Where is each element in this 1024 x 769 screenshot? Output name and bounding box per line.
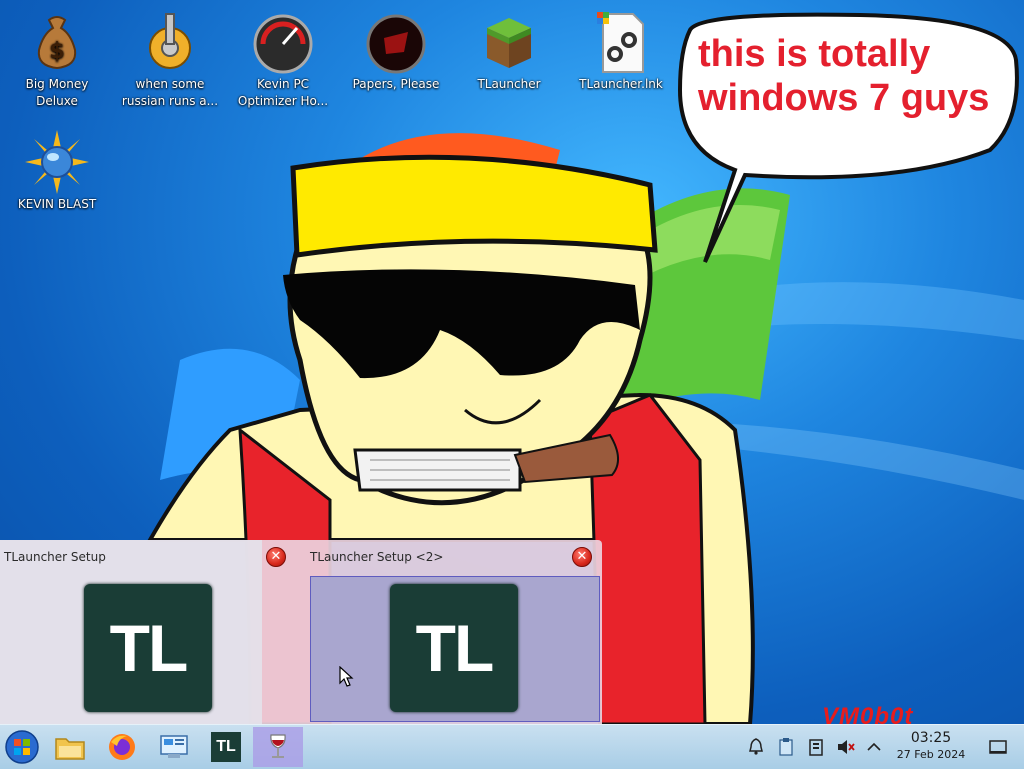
desktop-icon-tlauncher-lnk[interactable]: TLauncher.lnk: [566, 4, 676, 93]
volume-muted-icon[interactable]: [836, 737, 856, 757]
taskbar-wine[interactable]: [253, 727, 303, 767]
taskbar: TL 03:25 27 Feb 2024: [0, 724, 1024, 769]
taskbar-firefox[interactable]: [100, 727, 144, 767]
desktop-icon-russian-runs[interactable]: when some russian runs a...: [115, 4, 225, 110]
tlauncher-logo: TL: [84, 584, 212, 712]
clipboard-tray-icon[interactable]: [776, 737, 796, 757]
system-clock[interactable]: 03:25 27 Feb 2024: [888, 730, 974, 762]
desktop-icon-label: TLauncher: [477, 77, 541, 91]
papers-please-icon: [366, 14, 426, 74]
control-panel-icon: [160, 735, 188, 758]
preview-thumbnail-highlight[interactable]: TL: [310, 576, 600, 722]
desktop-icon-label: Papers, Please: [352, 77, 440, 91]
globe-sun-icon: [25, 130, 89, 194]
desktop-icon-papers-please[interactable]: Papers, Please: [341, 4, 451, 93]
preview-title: TLauncher Setup: [4, 550, 106, 564]
svg-text:$: $: [49, 39, 64, 64]
desktop-icon-label: russian runs a...: [121, 94, 219, 108]
desktop-icon-tlauncher[interactable]: TLauncher: [454, 4, 564, 93]
device-tray-icon[interactable]: [806, 737, 826, 757]
clock-date: 27 Feb 2024: [896, 748, 966, 761]
mouse-cursor-icon: [339, 666, 354, 687]
desktop-icon-label: KEVIN BLAST: [17, 197, 97, 211]
desktop-icon-label: Big Money: [25, 77, 89, 91]
show-desktop-icon[interactable]: [988, 737, 1008, 757]
taskbar-file-manager[interactable]: [48, 727, 92, 767]
preview-title: TLauncher Setup <2>: [310, 550, 444, 564]
desktop-icon-label: TLauncher.lnk: [579, 77, 663, 91]
desktop-icon-label: when some: [135, 77, 205, 91]
desktop-icon-label: Deluxe: [36, 94, 78, 108]
desktop-icon-big-money-deluxe[interactable]: $ Big Money Deluxe: [2, 4, 112, 110]
speedometer-icon: [253, 14, 313, 74]
desktop-icon-kevin-blast[interactable]: KEVIN BLAST: [2, 124, 112, 213]
taskbar-tlauncher[interactable]: TL: [204, 727, 248, 767]
desktop-icon-label: Kevin PC: [256, 77, 310, 91]
tlauncher-icon: TL: [211, 732, 241, 762]
taskbar-preview-panel: TLauncher Setup ✕ TL TLauncher Setup <2>…: [0, 540, 602, 724]
firefox-icon: [109, 734, 135, 760]
wine-glass-icon: [270, 734, 286, 758]
desktop-icon-kevin-pc-optimizer[interactable]: Kevin PC Optimizer Ho...: [228, 4, 338, 110]
artist-signature: VM0b0t: [822, 703, 914, 724]
notifications-bell-icon[interactable]: [746, 737, 766, 757]
windows-orb-icon: [5, 730, 39, 764]
close-icon[interactable]: ✕: [572, 547, 592, 567]
taskbar-control-panel[interactable]: [152, 727, 196, 767]
chevron-up-icon[interactable]: [864, 737, 884, 757]
close-icon[interactable]: ✕: [266, 547, 286, 567]
desktop-icon-label: Optimizer Ho...: [237, 94, 329, 108]
tlauncher-logo: TL: [390, 584, 518, 712]
speech-bubble-text: this is totally windows 7 guys: [698, 33, 990, 119]
clock-time: 03:25: [910, 730, 952, 746]
money-bag-icon: $: [37, 16, 77, 70]
grass-block-icon: [487, 18, 531, 68]
start-button[interactable]: [0, 727, 44, 767]
shortcut-link-icon: [597, 12, 644, 73]
gear-icon: [149, 13, 191, 69]
file-manager-icon: [55, 738, 85, 760]
